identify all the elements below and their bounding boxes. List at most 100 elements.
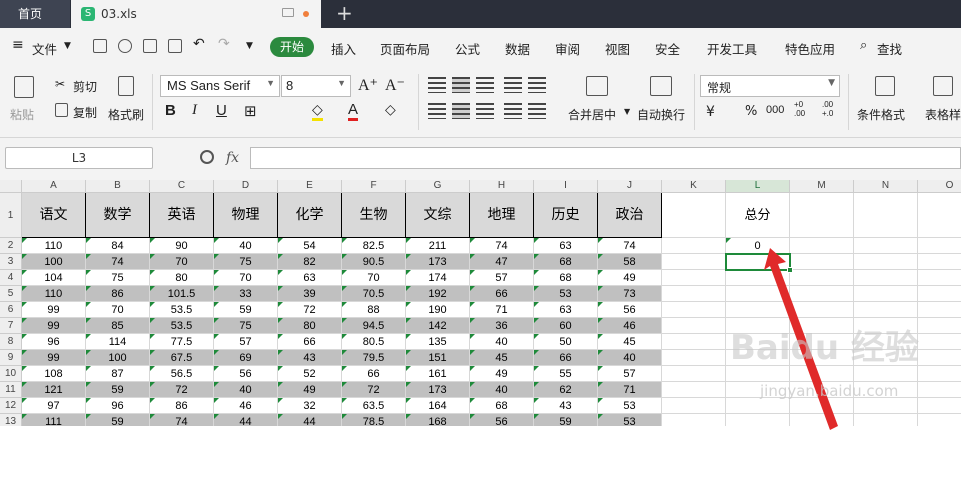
score-cell[interactable]: 45 [470, 350, 534, 366]
row-header-12[interactable]: 12 [0, 398, 22, 414]
score-cell[interactable]: 49 [278, 382, 342, 398]
score-cell[interactable]: 54 [278, 238, 342, 254]
score-cell[interactable]: 68 [534, 270, 598, 286]
menu-review[interactable]: 审阅 [555, 39, 580, 58]
row-header-13[interactable]: 13 [0, 414, 22, 426]
column-header-g[interactable]: G [406, 180, 470, 193]
score-cell[interactable]: 59 [534, 414, 598, 426]
column-header-h[interactable]: H [470, 180, 534, 193]
row-header-4[interactable]: 4 [0, 270, 22, 286]
score-cell[interactable]: 56 [470, 414, 534, 426]
score-cell[interactable]: 44 [214, 414, 278, 426]
align-left-icon[interactable] [428, 103, 446, 119]
empty-cell[interactable] [854, 238, 918, 254]
subject-header-cell[interactable]: 数学 [86, 193, 150, 238]
score-cell[interactable]: 75 [214, 318, 278, 334]
score-cell[interactable]: 63.5 [342, 398, 406, 414]
italic-icon[interactable]: I [192, 102, 197, 119]
score-cell[interactable]: 99 [22, 318, 86, 334]
score-cell[interactable]: 69 [214, 350, 278, 366]
tab-home[interactable]: 首页 [0, 0, 70, 28]
font-color-icon[interactable]: A [348, 101, 359, 121]
bold-icon[interactable]: B [165, 102, 176, 119]
empty-cell[interactable] [854, 270, 918, 286]
menu-search[interactable]: 查找 [877, 39, 902, 58]
merge-center-button[interactable]: 合并居中 [568, 106, 616, 123]
score-cell[interactable]: 43 [278, 350, 342, 366]
font-size-select[interactable]: 8 ▼ [281, 75, 351, 97]
empty-cell[interactable] [854, 286, 918, 302]
menu-view[interactable]: 视图 [605, 39, 630, 58]
score-cell[interactable]: 36 [470, 318, 534, 334]
score-cell[interactable]: 57 [598, 366, 662, 382]
row-header-1[interactable]: 1 [0, 193, 22, 238]
score-cell[interactable]: 151 [406, 350, 470, 366]
score-cell[interactable]: 75 [86, 270, 150, 286]
score-cell[interactable]: 96 [22, 334, 86, 350]
conditional-format-button[interactable]: 条件格式 [857, 106, 905, 123]
score-cell[interactable]: 32 [278, 398, 342, 414]
score-cell[interactable]: 70.5 [342, 286, 406, 302]
format-painter-button[interactable]: 格式刷 [108, 106, 144, 123]
score-cell[interactable]: 174 [406, 270, 470, 286]
row-header-6[interactable]: 6 [0, 302, 22, 318]
score-cell[interactable]: 74 [598, 238, 662, 254]
score-cell[interactable]: 56 [598, 302, 662, 318]
print-preview-icon[interactable] [168, 39, 182, 53]
monitor-icon[interactable] [282, 8, 294, 17]
score-cell[interactable]: 52 [278, 366, 342, 382]
score-cell[interactable]: 66 [470, 286, 534, 302]
score-cell[interactable]: 94.5 [342, 318, 406, 334]
empty-cell[interactable] [662, 398, 726, 414]
score-cell[interactable]: 108 [22, 366, 86, 382]
score-cell[interactable]: 72 [278, 302, 342, 318]
select-all-corner[interactable] [0, 180, 22, 193]
menu-special[interactable]: 特色应用 [785, 39, 835, 58]
wrap-text-icon[interactable] [650, 76, 672, 96]
wrap-text-button[interactable]: 自动换行 [637, 106, 685, 123]
empty-cell[interactable] [662, 366, 726, 382]
border-icon[interactable]: ⊞ [244, 102, 257, 120]
score-cell[interactable]: 173 [406, 382, 470, 398]
empty-cell[interactable] [662, 318, 726, 334]
row-header-10[interactable]: 10 [0, 366, 22, 382]
subject-header-cell[interactable]: 物理 [214, 193, 278, 238]
empty-cell[interactable] [662, 302, 726, 318]
score-cell[interactable]: 53 [534, 286, 598, 302]
score-cell[interactable]: 72 [342, 382, 406, 398]
column-header-j[interactable]: J [598, 180, 662, 193]
percent-icon[interactable]: % [745, 104, 757, 119]
table-style-icon[interactable] [933, 76, 953, 96]
hamburger-icon[interactable]: ≡ [12, 37, 24, 53]
score-cell[interactable]: 57 [470, 270, 534, 286]
score-cell[interactable]: 45 [598, 334, 662, 350]
score-cell[interactable]: 77.5 [150, 334, 214, 350]
row-header-7[interactable]: 7 [0, 318, 22, 334]
empty-cell[interactable] [854, 414, 918, 426]
score-cell[interactable]: 58 [598, 254, 662, 270]
score-cell[interactable]: 161 [406, 366, 470, 382]
empty-cell[interactable] [918, 350, 961, 366]
score-cell[interactable]: 135 [406, 334, 470, 350]
score-cell[interactable]: 99 [22, 350, 86, 366]
undo-icon[interactable]: ↶ [193, 36, 205, 52]
score-cell[interactable]: 100 [22, 254, 86, 270]
score-cell[interactable]: 59 [214, 302, 278, 318]
score-cell[interactable]: 164 [406, 398, 470, 414]
chevron-down-icon[interactable]: ▼ [64, 41, 71, 51]
empty-cell[interactable] [918, 193, 961, 238]
score-cell[interactable]: 40 [470, 382, 534, 398]
column-header-k[interactable]: K [662, 180, 726, 193]
empty-cell[interactable] [662, 193, 726, 238]
empty-cell[interactable] [918, 382, 961, 398]
score-cell[interactable]: 68 [534, 254, 598, 270]
menu-data[interactable]: 数据 [505, 39, 530, 58]
score-cell[interactable]: 39 [278, 286, 342, 302]
empty-cell[interactable] [918, 286, 961, 302]
column-header-b[interactable]: B [86, 180, 150, 193]
score-cell[interactable]: 190 [406, 302, 470, 318]
align-center-icon[interactable] [452, 103, 470, 119]
chevron-down-icon[interactable]: ▼ [624, 107, 630, 116]
score-cell[interactable]: 104 [22, 270, 86, 286]
empty-cell[interactable] [662, 238, 726, 254]
